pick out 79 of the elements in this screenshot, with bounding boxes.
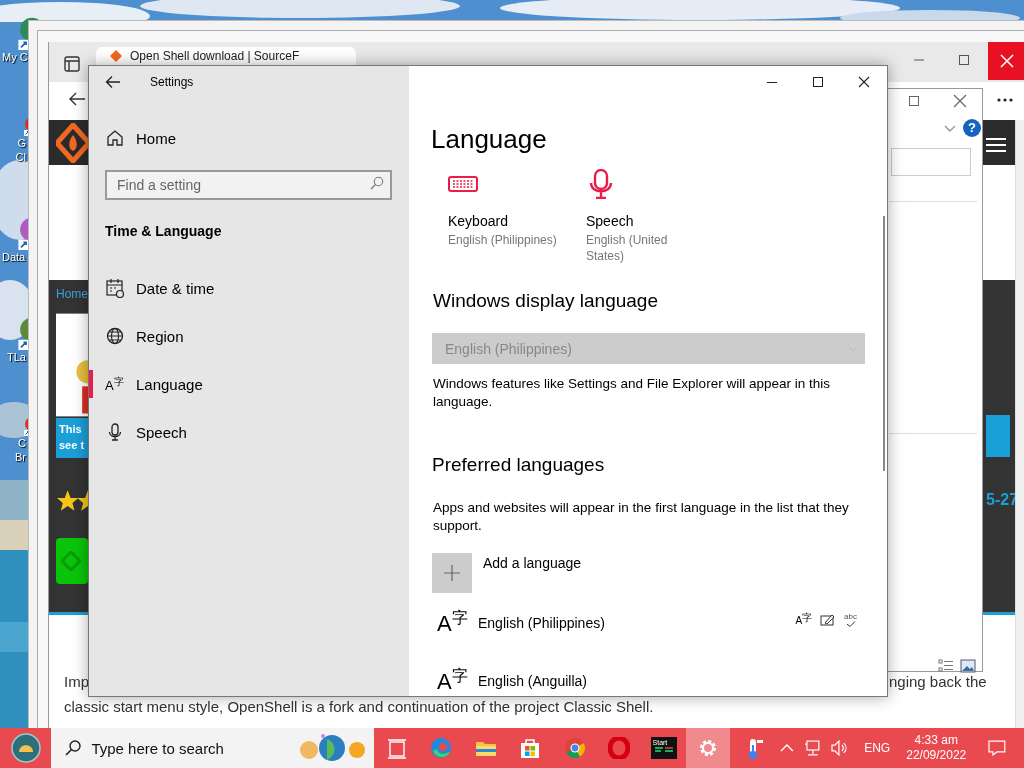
- body-text: nging back the: [889, 673, 987, 690]
- keyboard-icon: [448, 174, 478, 194]
- nav-item[interactable]: Home: [89, 118, 409, 158]
- task-view-icon: [385, 737, 408, 759]
- nav-item[interactable]: Date & time: [89, 264, 409, 312]
- tile-label: Keyboard: [448, 212, 509, 230]
- section-heading: Windows display language: [432, 289, 659, 313]
- tab-title: Open Shell download | SourceF: [130, 49, 300, 63]
- maximize-icon: [958, 54, 970, 66]
- search-field[interactable]: Find a setting: [105, 170, 392, 200]
- image-view-icon: [960, 659, 976, 673]
- back-icon: [105, 75, 121, 89]
- download-button[interactable]: [56, 538, 88, 584]
- tile-value: English (Philippines): [448, 232, 558, 248]
- shell-icon: [10, 733, 41, 763]
- language-icon: A$^{字}$: [105, 372, 125, 396]
- handwriting-icon: [820, 612, 837, 627]
- scrollbar[interactable]: [1015, 120, 1024, 728]
- network-icon: [803, 740, 822, 756]
- back-icon: [68, 91, 86, 107]
- banner-text: see t: [59, 438, 86, 453]
- tile-value: English (United States): [586, 232, 669, 264]
- opera-icon: [608, 737, 631, 759]
- nav-item[interactable]: Region: [89, 312, 409, 360]
- chevron-up-icon: [779, 744, 794, 752]
- language-item[interactable]: A$^{字}$ English (Anguilla): [431, 663, 867, 696]
- menu-icon: [986, 137, 1006, 153]
- maximize-icon: [812, 76, 824, 88]
- edge-icon: [430, 737, 453, 759]
- taskbar-button[interactable]: [685, 728, 731, 768]
- diamond-icon: [61, 551, 81, 571]
- maximize-icon: [908, 95, 920, 107]
- window-title: Settings: [150, 75, 194, 89]
- volume-icon: [831, 740, 850, 756]
- search-icon: [65, 740, 82, 756]
- language-icon: A$^{字}$: [437, 663, 473, 696]
- more-icon: [997, 98, 1013, 102]
- body-text: Imp: [64, 673, 89, 690]
- store-icon: [519, 737, 542, 759]
- description-text: Apps and websites will appear in the first language in the list that they support.: [433, 499, 850, 535]
- notification-icon: [988, 740, 1007, 756]
- home-icon: [105, 128, 125, 148]
- scrollbar[interactable]: [883, 216, 885, 471]
- settings-icon: [697, 737, 719, 759]
- add-language-button[interactable]: Add a language: [432, 553, 867, 593]
- nav-item[interactable]: Speech: [89, 408, 409, 456]
- clock[interactable]: 4:33 am 22/09/2022: [906, 733, 967, 763]
- body-text: classic start menu style, OpenShell is a fork and continuation of the project Classic Shell.: [64, 698, 654, 715]
- language-indicator[interactable]: ENG: [864, 741, 891, 755]
- tile-label: Speech: [586, 212, 635, 230]
- plus-icon: [432, 553, 472, 593]
- language-icon: A$^{字}$: [437, 605, 473, 639]
- nav-item[interactable]: A$^{字}$ Language: [89, 360, 409, 408]
- logo-icon: [56, 123, 90, 163]
- search-field[interactable]: Type here to search: [51, 728, 375, 768]
- globe-icon: [105, 326, 125, 346]
- shortcut-tile[interactable]: Keyboard English (Philippines): [448, 168, 586, 264]
- section-heading: Preferred languages: [431, 453, 606, 477]
- chrome-icon: [563, 737, 586, 759]
- section-heading: Time & Language: [105, 222, 223, 240]
- banner-text: This: [59, 422, 83, 437]
- tab-actions-icon: [64, 56, 80, 72]
- chevron-down-icon: [944, 125, 956, 133]
- shortcut-tile[interactable]: Speech English (United States): [586, 168, 686, 264]
- flame-icon: [110, 50, 122, 62]
- browser-tab[interactable]: Open Shell download | SourceF: [96, 47, 356, 65]
- search-icon: [370, 176, 384, 190]
- help-button[interactable]: ?: [963, 119, 981, 137]
- page-title: Language: [431, 123, 548, 156]
- input-field[interactable]: [891, 148, 971, 176]
- description-text: Windows features like Settings and File Explorer will appear in this language.: [433, 375, 831, 411]
- close-icon: [999, 54, 1014, 68]
- highlight-drawing: [297, 733, 368, 763]
- close-icon: [858, 76, 870, 88]
- close-button[interactable]: [988, 42, 1024, 80]
- list-view-icon: [938, 659, 954, 673]
- close-icon: [953, 94, 967, 108]
- calendar-icon: [105, 278, 125, 298]
- breadcrumb-link[interactable]: Home: [56, 287, 88, 301]
